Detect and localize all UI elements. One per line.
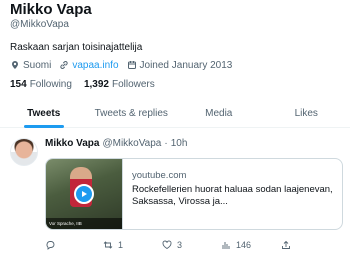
avatar[interactable] bbox=[10, 138, 38, 166]
following-count: 154 bbox=[10, 79, 27, 90]
card-body: youtube.com Rockefellerien huorat haluaa… bbox=[123, 159, 342, 229]
views-icon bbox=[222, 242, 230, 249]
profile-handle: @MikkoVapa bbox=[10, 19, 69, 30]
tab-tweets[interactable]: Tweets bbox=[0, 100, 88, 128]
retweet-icon bbox=[103, 241, 113, 249]
tab-tweets-replies[interactable]: Tweets & replies bbox=[88, 100, 176, 127]
location-pin-icon bbox=[12, 61, 18, 69]
tab-tweets-label: Tweets bbox=[27, 108, 61, 119]
tab-likes-label: Likes bbox=[294, 108, 318, 119]
tab-likes[interactable]: Likes bbox=[263, 100, 350, 127]
tweet-header: Mikko Vapa @MikkoVapa · 10h bbox=[45, 138, 187, 149]
share-button[interactable] bbox=[281, 240, 296, 250]
profile-tabs: Tweets Tweets & replies Media Likes bbox=[0, 100, 350, 128]
link-icon bbox=[60, 61, 69, 69]
tweet-actions: 1 3 146 bbox=[45, 240, 343, 254]
reply-icon bbox=[46, 241, 55, 250]
share-icon bbox=[282, 240, 290, 249]
follow-stats: 154 Following 1,392 Followers bbox=[10, 79, 167, 90]
play-icon[interactable] bbox=[74, 184, 94, 204]
tweet-author[interactable]: Mikko Vapa bbox=[45, 138, 99, 149]
like-count: 3 bbox=[177, 240, 183, 250]
followers-link[interactable]: 1,392 Followers bbox=[84, 79, 155, 90]
following-link[interactable]: 154 Following bbox=[10, 79, 72, 90]
card-domain: youtube.com bbox=[132, 170, 187, 181]
tab-media[interactable]: Media bbox=[175, 100, 263, 127]
tab-tweets-replies-label: Tweets & replies bbox=[94, 108, 168, 119]
joined-item: Joined January 2013 bbox=[127, 59, 233, 71]
card-title: Rockefellerien huorat haluaa sodan laaje… bbox=[132, 184, 333, 207]
location-item: Suomi bbox=[10, 60, 51, 71]
like-button[interactable]: 3 bbox=[162, 240, 182, 250]
retweet-count: 1 bbox=[118, 240, 124, 250]
views-count: 146 bbox=[236, 240, 252, 250]
heart-icon bbox=[162, 240, 172, 250]
tab-media-label: Media bbox=[205, 108, 233, 119]
joined-text: Joined January 2013 bbox=[139, 59, 233, 71]
followers-label: Followers bbox=[111, 79, 155, 90]
thumbnail-caption: Vor Sprache, IIB bbox=[46, 218, 122, 229]
tweet-time[interactable]: 10h bbox=[171, 138, 188, 149]
website-item[interactable]: vapaa.info bbox=[59, 60, 119, 71]
followers-count: 1,392 bbox=[83, 79, 109, 90]
tweet-separator: · bbox=[164, 138, 168, 149]
location-text: Suomi bbox=[23, 59, 52, 71]
views-button[interactable]: 146 bbox=[221, 240, 251, 250]
profile-bio: Raskaan sarjan toisinajattelija bbox=[10, 42, 143, 53]
tweet[interactable]: Mikko Vapa @MikkoVapa · 10h Vor Sprache,… bbox=[0, 129, 350, 258]
profile-meta: Suomi vapaa.info Joined January 2013 bbox=[10, 58, 240, 72]
reply-button[interactable] bbox=[45, 240, 60, 250]
link-card[interactable]: Vor Sprache, IIB youtube.com Rockefeller… bbox=[45, 158, 343, 230]
retweet-button[interactable]: 1 bbox=[103, 240, 123, 250]
card-thumbnail[interactable]: Vor Sprache, IIB bbox=[46, 159, 123, 229]
active-tab-indicator bbox=[23, 125, 64, 128]
profile-name: Mikko Vapa bbox=[10, 1, 92, 18]
calendar-icon bbox=[127, 61, 136, 69]
website-link[interactable]: vapaa.info bbox=[72, 60, 118, 71]
following-label: Following bbox=[29, 79, 72, 90]
tweet-handle[interactable]: @MikkoVapa bbox=[102, 138, 161, 149]
